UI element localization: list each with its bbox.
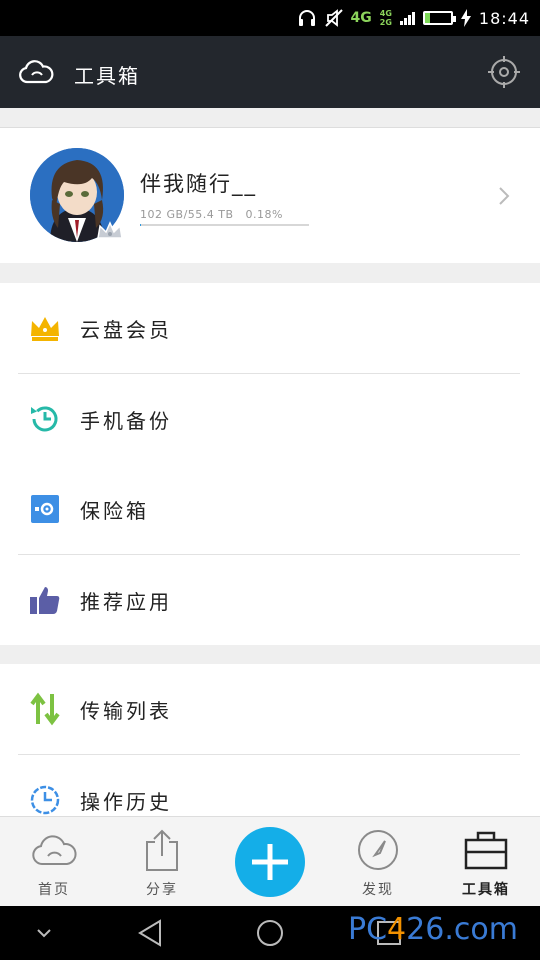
menu-item-label: 操作历史 <box>80 790 172 814</box>
storage-quota-bar <box>140 224 309 226</box>
battery-level: 19 <box>431 13 445 23</box>
menu-item-label: 保险箱 <box>80 499 149 523</box>
username: 伴我随行__ <box>140 172 257 196</box>
network-type-secondary: 4G 2G <box>380 9 392 27</box>
page-title: 工具箱 <box>74 64 140 88</box>
storage-quota-fill <box>140 224 141 226</box>
tab-share[interactable]: 分享 <box>108 817 216 907</box>
mute-icon <box>324 7 343 29</box>
share-icon <box>108 825 216 875</box>
safe-box-icon <box>28 492 62 526</box>
headphones-icon <box>297 7 317 29</box>
system-nav-bar: PC426.com <box>0 906 540 960</box>
backup-clock-icon <box>28 402 62 436</box>
cloud-icon <box>0 825 108 875</box>
clock: 18:44 <box>478 8 530 28</box>
menu-item-label: 推荐应用 <box>80 590 172 614</box>
tab-label: 分享 <box>146 882 178 898</box>
charging-icon <box>460 7 471 29</box>
menu-item-label: 云盘会员 <box>80 318 172 342</box>
back-triangle-icon <box>138 919 161 947</box>
app-header: 工具箱 <box>0 36 540 108</box>
menu-item-history[interactable]: 操作历史 <box>0 755 540 816</box>
watermark-part-3: 26.com <box>406 912 518 947</box>
tab-label: 首页 <box>38 882 70 898</box>
menu-item-vip[interactable]: 云盘会员 <box>0 283 540 373</box>
thumbs-up-icon <box>28 583 62 617</box>
storage-quota-text: 102 GB/55.4 TB 0.18% <box>140 208 283 221</box>
signal-icon <box>399 11 415 25</box>
vip-crown-badge-icon <box>96 220 124 246</box>
nav-home-button[interactable] <box>255 918 285 952</box>
history-clock-icon <box>28 783 62 816</box>
network-2g-label: 2G <box>379 18 392 27</box>
cloud-logo-icon <box>18 58 54 90</box>
settings-button[interactable] <box>488 56 520 92</box>
menu-group-activity: 传输列表 操作历史 <box>0 664 540 816</box>
network-type: 4G <box>350 10 372 26</box>
settings-target-icon <box>488 56 520 88</box>
tab-discover[interactable]: 发现 <box>324 817 432 907</box>
toolbox-icon <box>432 825 540 875</box>
tab-home[interactable]: 首页 <box>0 817 108 907</box>
tab-label: 工具箱 <box>462 882 510 898</box>
add-icon <box>252 844 288 880</box>
menu-item-transfer-list[interactable]: 传输列表 <box>0 664 540 754</box>
watermark-part-2: 4 <box>387 912 407 947</box>
tab-toolbox[interactable]: 工具箱 <box>432 817 540 907</box>
profile-card[interactable]: 伴我随行__ 102 GB/55.4 TB 0.18% <box>0 127 540 263</box>
bottom-tab-bar: 首页 分享 发现 工具箱 <box>0 816 540 906</box>
battery-icon: 19 <box>422 11 456 25</box>
home-circle-icon <box>257 920 283 946</box>
chevron-right-icon <box>498 186 510 210</box>
tab-label: 发现 <box>362 882 394 898</box>
status-bar: 4G 4G 2G 19 18:44 <box>0 0 540 36</box>
menu-item-label: 手机备份 <box>80 409 172 433</box>
add-button[interactable] <box>235 827 305 897</box>
compass-icon <box>324 825 432 875</box>
menu-item-recommended-apps[interactable]: 推荐应用 <box>0 555 540 645</box>
watermark-logo: PC426.com <box>348 912 518 947</box>
nav-back-button[interactable] <box>136 918 164 952</box>
watermark-part-1: PC <box>348 912 388 947</box>
transfer-arrows-icon <box>28 692 62 726</box>
menu-group-services: 云盘会员 手机备份 保险箱 推荐应用 <box>0 283 540 645</box>
menu-item-label: 传输列表 <box>80 699 172 723</box>
network-4g-label: 4G <box>379 9 392 18</box>
crown-icon <box>28 311 62 345</box>
chevron-down-icon <box>37 929 51 938</box>
menu-item-safe-box[interactable]: 保险箱 <box>0 464 540 554</box>
nav-hide-button[interactable] <box>36 924 52 943</box>
menu-item-backup[interactable]: 手机备份 <box>0 374 540 464</box>
